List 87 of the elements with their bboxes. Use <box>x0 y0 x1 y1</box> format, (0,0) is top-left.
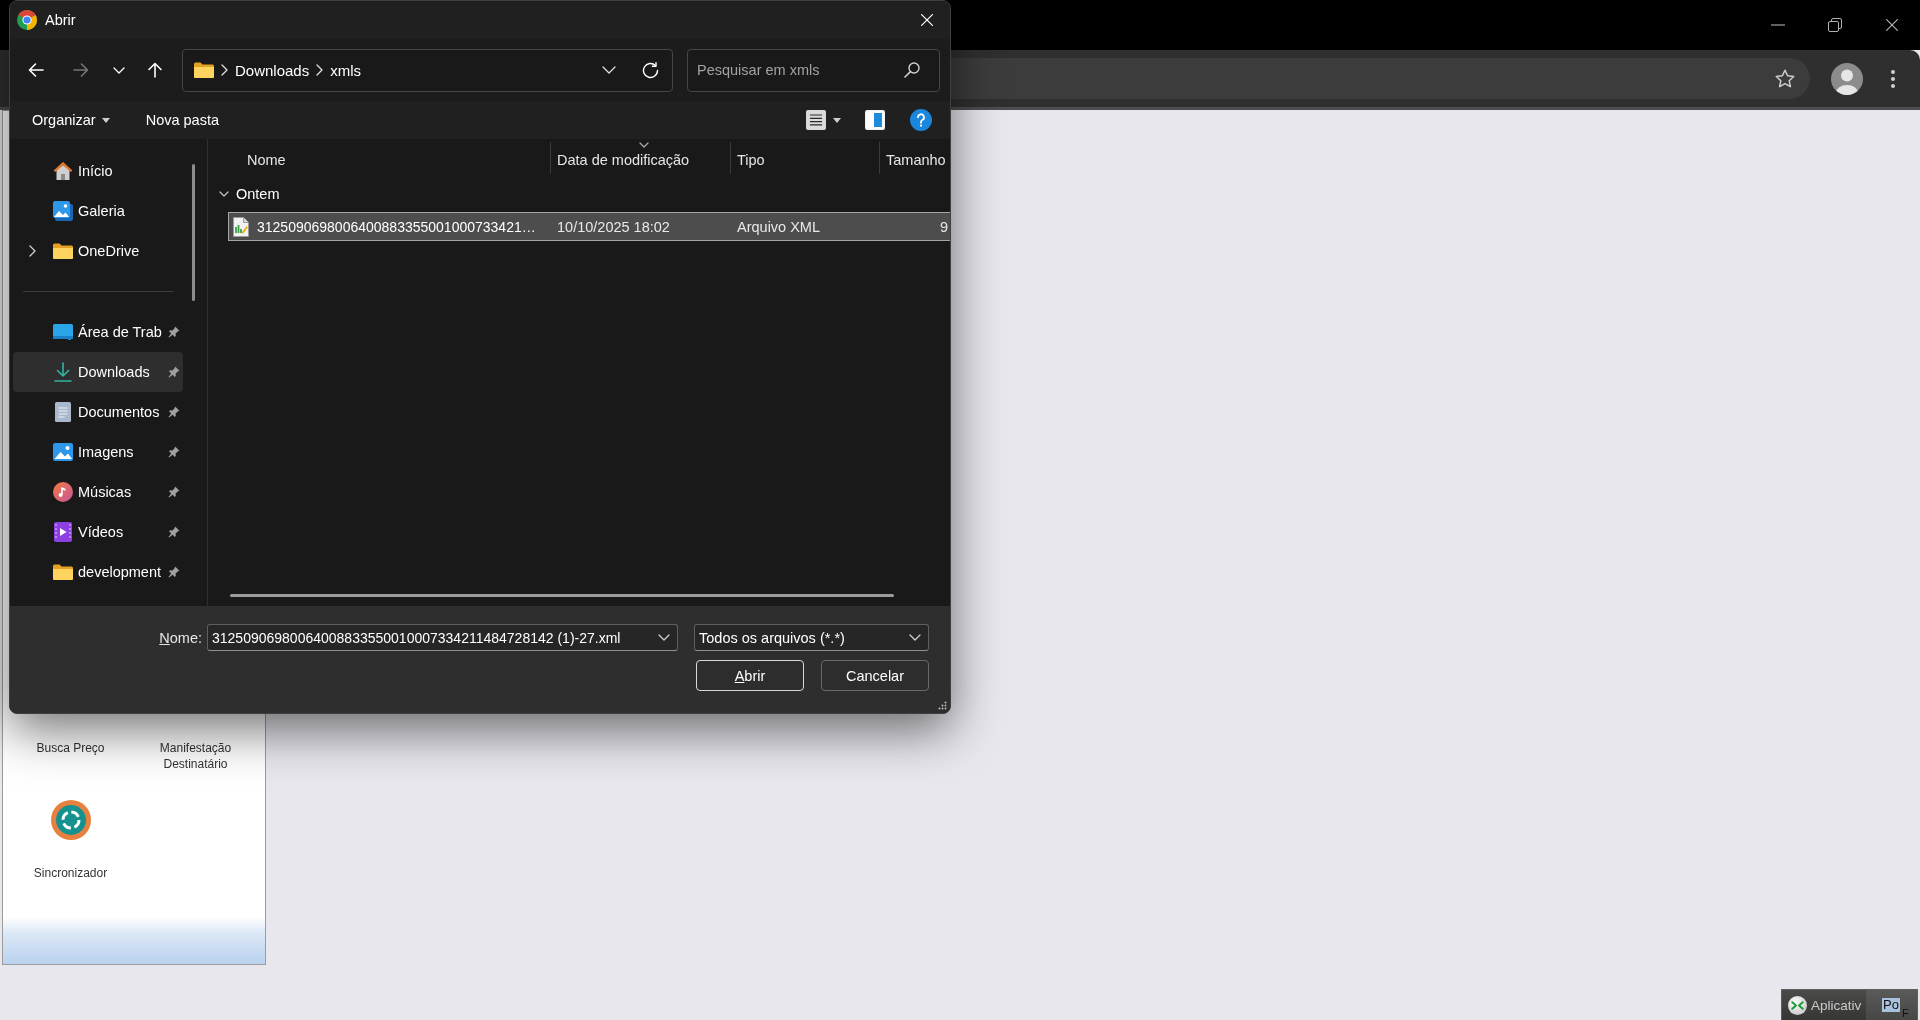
pin-icon[interactable] <box>168 326 180 338</box>
sidebar-item[interactable]: Imagens <box>13 432 183 472</box>
tile-label[interactable]: Busca Preço <box>14 740 127 756</box>
file-name-field[interactable]: 31250906980064008833550010007334211484728142 (1)-27.xml <box>207 624 678 651</box>
preview-pane-icon[interactable] <box>865 110 885 130</box>
sidebar-item[interactable]: OneDrive <box>13 231 183 271</box>
chevron-down-icon[interactable] <box>658 634 670 641</box>
up-arrow-icon[interactable] <box>147 62 163 78</box>
sidebar-item[interactable]: Documentos <box>13 392 183 432</box>
file-row[interactable]: 3125090698006400883355001000733421… 10/10/2025 18:02 Arquivo XML 9 <box>228 212 950 241</box>
toolbar-button[interactable]: Nova pasta <box>137 108 228 132</box>
group-header[interactable]: Ontem <box>208 175 286 212</box>
gallery-icon <box>53 201 73 221</box>
back-arrow-icon[interactable] <box>28 62 44 78</box>
search-field[interactable]: Pesquisar em xmls <box>687 48 940 92</box>
sync-icon[interactable] <box>50 800 91 840</box>
sidebar-item[interactable]: Músicas <box>13 472 183 512</box>
horizontal-scrollbar[interactable] <box>230 594 894 597</box>
toolbar-menu-button[interactable]: Organizar <box>24 108 118 132</box>
breadcrumb-item[interactable]: Downloads <box>235 61 310 79</box>
close-icon[interactable] <box>1885 19 1898 31</box>
sidebar-item[interactable]: Vídeos <box>13 512 183 552</box>
vertical-scrollbar[interactable] <box>192 164 195 301</box>
chevron-down-icon[interactable] <box>909 634 921 641</box>
field-label: Nome: <box>159 629 202 646</box>
dialog-button[interactable]: Cancelar <box>821 660 929 691</box>
caret-icon <box>101 117 110 123</box>
caret-icon <box>833 117 841 123</box>
column-header[interactable]: Data de modificação <box>550 142 730 174</box>
sort-caret-icon <box>638 142 649 148</box>
pin-icon[interactable] <box>168 566 180 578</box>
xml-file-icon <box>233 216 249 237</box>
file-name: 3125090698006400883355001000733421… <box>257 218 536 235</box>
resize-grip-icon[interactable] <box>938 701 947 710</box>
refresh-icon[interactable] <box>642 61 659 79</box>
avatar-icon[interactable] <box>1831 62 1863 95</box>
sidebar-item[interactable]: Área de Trab <box>13 312 183 352</box>
dialog-button[interactable]: Abrir <box>696 660 804 691</box>
star-icon[interactable] <box>1775 69 1795 88</box>
pin-icon[interactable] <box>168 486 180 498</box>
desktop-icon <box>53 324 73 340</box>
document-icon <box>55 402 71 422</box>
corner-label: F <box>1901 1008 1909 1019</box>
minimize-icon[interactable] <box>1770 24 1785 26</box>
date-cell-text: 10/10/2025 18:02 <box>556 218 671 235</box>
column-header[interactable]: Tipo <box>730 142 879 174</box>
sidebar-item[interactable]: Downloads <box>13 352 183 392</box>
group-chevron-icon <box>219 190 229 197</box>
tile-label[interactable]: Manifestação Destinatário <box>139 740 252 772</box>
folder-icon <box>194 62 214 78</box>
file-type-dropdown[interactable]: Todos os arquivos (*.*) <box>694 624 929 651</box>
taskbar-item[interactable]: Po F <box>1866 990 1917 1020</box>
column-header[interactable]: Tamanho <box>879 142 950 174</box>
help-icon[interactable] <box>910 109 932 131</box>
type-cell-text: Arquivo XML <box>736 218 821 235</box>
window-thumbnail-label: Po <box>1882 998 1900 1012</box>
column-header[interactable]: Nome <box>208 142 550 174</box>
restore-icon[interactable] <box>1827 18 1842 32</box>
pin-icon[interactable] <box>168 446 180 458</box>
sidebar-item[interactable]: development <box>13 552 183 592</box>
list-view-icon[interactable] <box>806 110 826 130</box>
size-cell-text: 9 <box>939 218 950 235</box>
taskbar-item[interactable]: Aplicativ <box>1782 990 1866 1020</box>
folder-icon <box>53 564 73 580</box>
breadcrumb-item[interactable]: xmls <box>330 61 362 79</box>
arrows-icon <box>1788 995 1807 1015</box>
pin-icon[interactable] <box>168 406 180 418</box>
download-icon <box>54 362 72 382</box>
chevron-right-icon <box>316 64 324 76</box>
home-icon <box>53 161 73 181</box>
window-title: Abrir <box>45 12 76 28</box>
music-note-icon <box>53 482 73 502</box>
pictures-icon <box>53 443 73 461</box>
more-menu-icon[interactable] <box>1891 69 1895 88</box>
pin-icon[interactable] <box>168 366 180 378</box>
video-icon <box>54 522 72 542</box>
sidebar-item[interactable]: Galeria <box>13 191 183 231</box>
sidebar-item[interactable]: Início <box>13 151 183 191</box>
path-field[interactable]: Downloads xmls <box>182 48 673 92</box>
tile-label[interactable]: Sincronizador <box>14 865 127 881</box>
folder-icon <box>53 243 73 259</box>
chevron-right-icon <box>221 64 228 76</box>
search-icon[interactable] <box>904 61 920 78</box>
expand-chevron-icon[interactable] <box>28 245 36 257</box>
chevron-down-icon[interactable] <box>602 66 616 74</box>
pin-icon[interactable] <box>168 526 180 538</box>
app-icon <box>17 10 37 30</box>
